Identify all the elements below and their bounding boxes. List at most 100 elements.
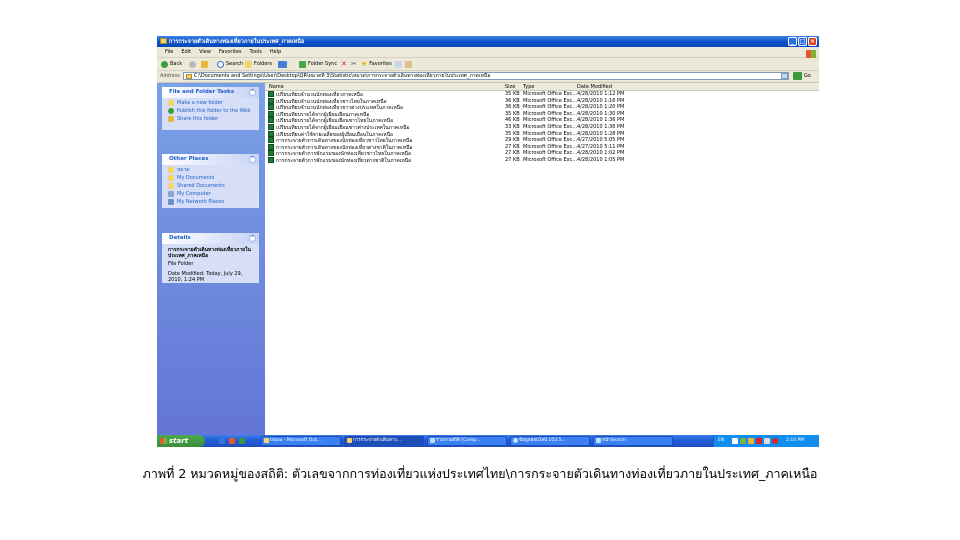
taskbar-label: รายงานสถิติ [Comp... <box>436 438 481 443</box>
place-parent-folder[interactable]: หมวด <box>162 165 259 173</box>
explorer-screenshot: การกระจายตัวเดินทางท่องเที่ยวภายในประเทศ… <box>157 36 819 447</box>
search-button[interactable]: Search <box>217 60 243 68</box>
back-arrow-icon <box>161 60 168 68</box>
taskbar-search[interactable]: หน้าSearch <box>593 436 673 446</box>
panel-title: File and Folder Tasks <box>169 89 235 95</box>
file-size: 36 KB <box>505 97 520 104</box>
file-date: 4/28/2010 1:02 PM <box>577 150 625 157</box>
clock[interactable]: 2:10 PM <box>786 438 804 443</box>
maximize-button[interactable]: □ <box>798 37 807 46</box>
window-title: การกระจายตัวเดินทางท่องเที่ยวภายในประเทศ… <box>169 39 305 45</box>
taskbar-report[interactable]: รายงานสถิติ [Comp... <box>427 436 507 446</box>
menu-file[interactable]: File <box>165 49 173 55</box>
tray-icon[interactable] <box>740 438 746 444</box>
address-bar: Address C:\Documents and Settings\User\D… <box>157 71 819 83</box>
cut-button[interactable]: ✂ <box>351 60 357 68</box>
details-panel: Details ^ การกระจายตัวเดินทางท่องเที่ยวภา… <box>162 233 259 283</box>
place-my-network[interactable]: My Network Places <box>162 197 259 205</box>
panel-header[interactable]: Details ^ <box>162 233 259 244</box>
collapse-chevron-icon[interactable]: ^ <box>249 156 256 163</box>
forward-arrow-icon <box>189 60 196 68</box>
volume-icon[interactable] <box>764 438 770 444</box>
windows-logo-icon <box>806 50 816 58</box>
taskbar-online[interactable]: ข้อมูลออนไลน์ 103.5... <box>510 436 590 446</box>
figure-caption: ภาพที่ 2 หมวดหมู่ของสถิติ: ตัวเลขจากการท… <box>142 466 818 481</box>
panel-header[interactable]: File and Folder Tasks ^ <box>162 87 259 98</box>
address-label: Address <box>160 73 180 79</box>
delete-icon: ✕ <box>341 60 347 68</box>
collapse-chevron-icon[interactable]: ^ <box>249 89 256 96</box>
folders-button[interactable]: Folders <box>245 60 272 68</box>
forward-button[interactable] <box>189 60 196 68</box>
search-icon <box>217 60 224 68</box>
folder-icon <box>347 438 352 443</box>
minimize-button[interactable]: _ <box>788 37 797 46</box>
paste-button[interactable] <box>405 60 412 68</box>
back-button[interactable]: Back <box>161 60 182 68</box>
col-size[interactable]: Size <box>505 84 515 90</box>
file-row[interactable]: การกระจายตัวการพักแรมของนักท่องเที่ยวต่า… <box>265 157 819 164</box>
delete-button[interactable]: ✕ <box>341 60 347 68</box>
address-input[interactable]: C:\Documents and Settings\User\Desktop\Q… <box>183 72 789 80</box>
menu-tools[interactable]: Tools <box>250 49 262 55</box>
views-icon <box>278 60 287 68</box>
file-date: 4/28/2010 1:12 PM <box>577 91 625 97</box>
taskbar-outlook[interactable]: Inbox - Microsoft Out... <box>261 436 341 446</box>
col-type[interactable]: Type <box>523 84 534 90</box>
col-date[interactable]: Date Modified <box>577 84 612 90</box>
folder-icon <box>160 38 167 44</box>
file-folder-tasks-panel: File and Folder Tasks ^ Make a new folder… <box>162 87 259 130</box>
tray-icon[interactable] <box>732 438 738 444</box>
column-header: Name Size Type Date Modified <box>265 83 819 91</box>
security-icon[interactable] <box>772 438 778 444</box>
desktop-icon[interactable] <box>239 438 245 444</box>
file-size: 46 KB <box>505 117 520 124</box>
favorites-button[interactable]: ★ Favorites <box>361 60 392 68</box>
task-pane: File and Folder Tasks ^ Make a new folder… <box>157 83 265 435</box>
col-name[interactable]: Name <box>269 84 284 90</box>
views-button[interactable] <box>278 60 287 68</box>
menu-help[interactable]: Help <box>270 49 281 55</box>
panel-header[interactable]: Other Places ^ <box>162 154 259 165</box>
task-new-folder[interactable]: Make a new folder <box>162 98 259 106</box>
collapse-chevron-icon[interactable]: ^ <box>249 235 256 242</box>
taskbar-label: ข้อมูลออนไลน์ 103.5... <box>519 438 566 443</box>
file-size: 35 KB <box>505 130 520 137</box>
up-folder-icon <box>201 60 208 68</box>
place-my-computer[interactable]: My Computer <box>162 189 259 197</box>
excel-file-icon <box>268 110 274 117</box>
panel-title: Other Places <box>169 156 209 162</box>
place-my-documents[interactable]: My Documents <box>162 173 259 181</box>
taskbar-label: Inbox - Microsoft Out... <box>270 438 322 443</box>
taskbar: start Inbox - Microsoft Out... การกระจาย… <box>157 435 819 447</box>
language-indicator[interactable]: EN <box>718 438 724 443</box>
place-shared-documents[interactable]: Shared Documents <box>162 181 259 189</box>
window-titlebar[interactable]: การกระจายตัวเดินทางท่องเที่ยวภายในประเทศ… <box>157 36 819 47</box>
taskbar-explorer[interactable]: การกระจายตัวเดินทาง... <box>344 436 424 446</box>
copy-button[interactable] <box>395 60 402 68</box>
address-dropdown-icon[interactable] <box>781 73 788 79</box>
sync-icon <box>299 60 306 68</box>
go-arrow-icon[interactable] <box>793 72 802 80</box>
tray-icon[interactable] <box>748 438 754 444</box>
ie-icon[interactable] <box>219 438 225 444</box>
file-type: Microsoft Office Exc... <box>523 137 578 144</box>
start-button[interactable]: start <box>157 435 205 447</box>
folder-sync-button[interactable]: Folder Sync <box>299 60 337 68</box>
menu-edit[interactable]: Edit <box>181 49 191 55</box>
up-folder-button[interactable] <box>201 60 208 68</box>
tray-icon[interactable] <box>756 438 762 444</box>
file-name: การกระจายตัวการพักแรมของนักท่องเที่ยวต่า… <box>276 158 412 164</box>
go-button[interactable]: Go <box>804 73 811 79</box>
task-share-folder[interactable]: Share this folder <box>162 114 259 122</box>
close-button[interactable]: × <box>808 37 817 46</box>
other-places-panel: Other Places ^ หมวด My Documents Shared D… <box>162 154 259 208</box>
panel-title: Details <box>169 235 191 241</box>
task-publish-web[interactable]: Publish this folder to the Web <box>162 106 259 114</box>
menu-favorites[interactable]: Favorites <box>219 49 242 55</box>
file-type: Microsoft Office Exc... <box>523 110 578 117</box>
menu-view[interactable]: View <box>199 49 211 55</box>
media-icon[interactable] <box>229 438 235 444</box>
system-tray: EN 2:10 PM <box>713 435 819 447</box>
window-icon <box>430 438 435 443</box>
